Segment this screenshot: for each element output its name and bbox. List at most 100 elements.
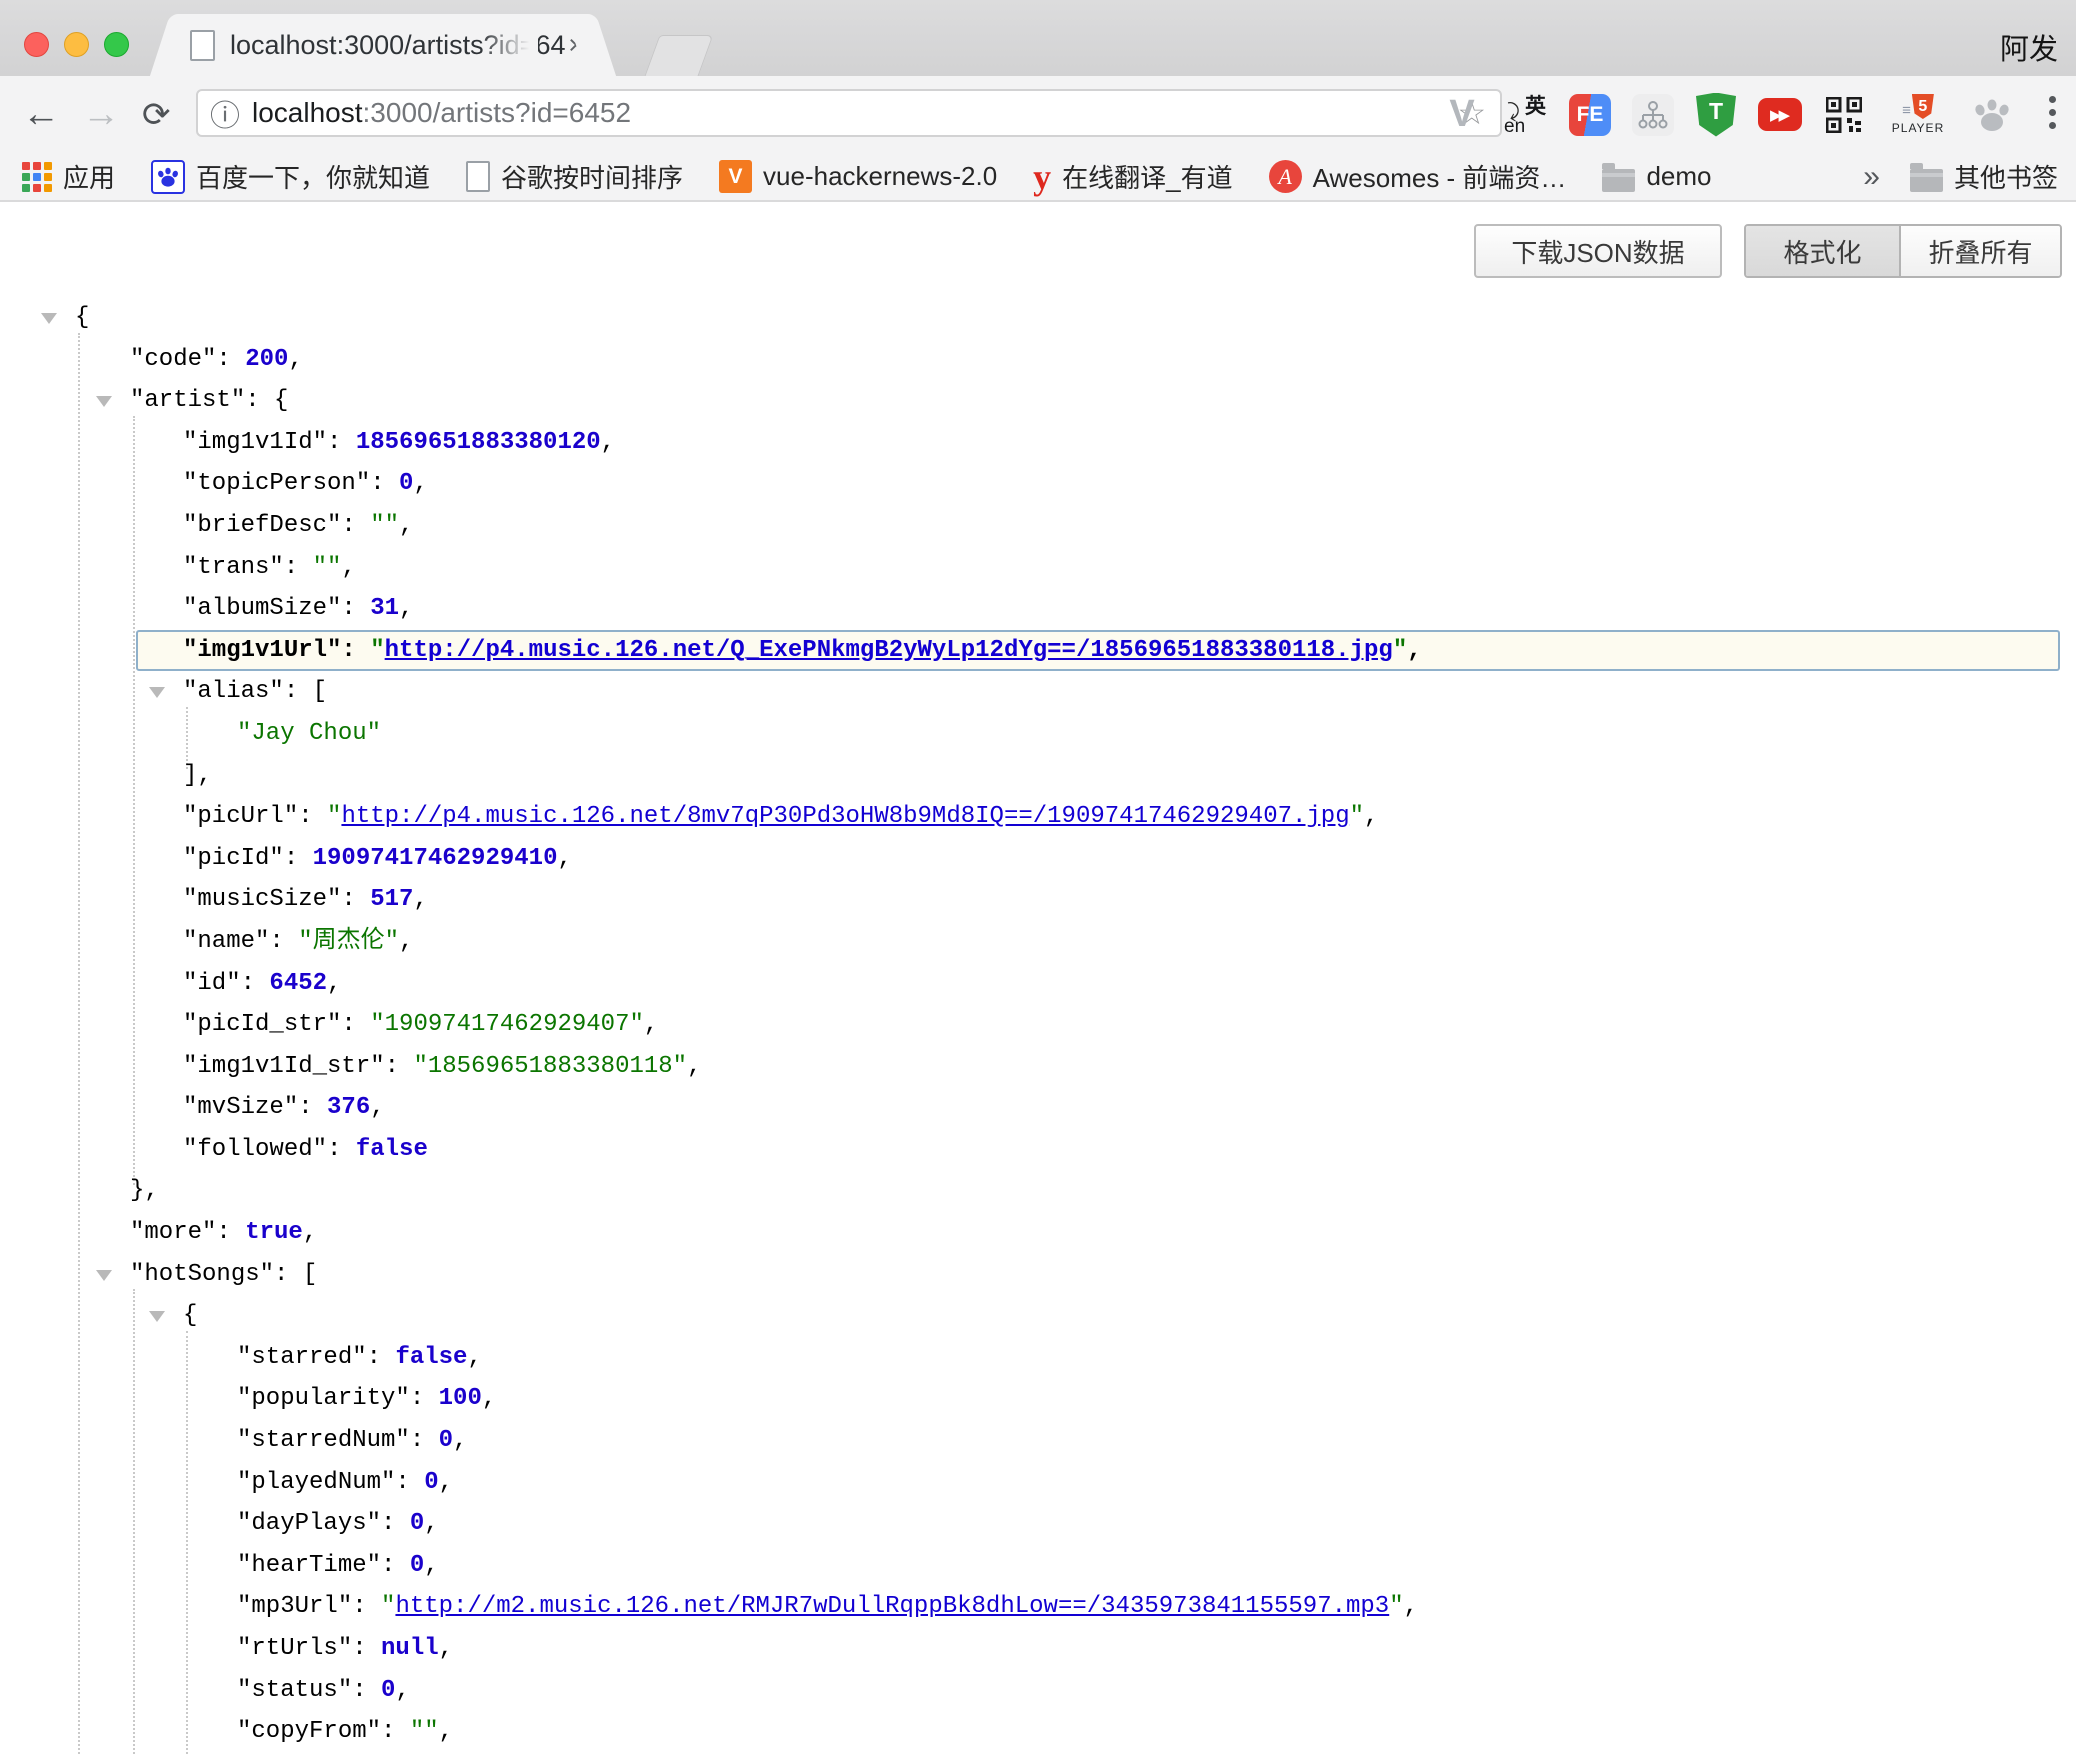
json-quote: " [1393,637,1407,664]
page-content: 下载JSON数据 格式化 折叠所有 {"code": 200,"artist":… [0,202,2076,1754]
json-value-num: 0 [410,1552,424,1579]
html5-player-icon[interactable]: ≡ 5 PLAYER [1886,88,1950,142]
json-line: "code": 200, [0,339,2076,381]
json-line: "topicPerson": 0, [0,463,2076,505]
json-comma: , [439,1469,453,1496]
extensions-row: V ⤸ 英 en FE T ▶▶ [1440,76,2014,153]
youdao-icon: y [1033,162,1051,192]
qr-code-icon[interactable] [1822,88,1866,142]
json-line: "mvSize": 376, [0,1087,2076,1129]
format-button[interactable]: 格式化 [1746,226,1901,276]
json-tree: {"code": 200,"artist": {"img1v1Id": 1856… [0,297,2076,1754]
json-comma: , [439,1635,453,1662]
json-key: "picId_str": [183,1011,370,1038]
json-comma: , [439,1718,453,1745]
json-line: "playedNum": 0, [0,1462,2076,1504]
json-value-string: "Jay Chou" [237,720,381,747]
json-key: "name": [183,928,298,955]
bookmark-apps[interactable]: 应用 [22,158,115,195]
org-chart-icon[interactable] [1632,94,1674,136]
json-line: "dayPlays": 0, [0,1503,2076,1545]
vue-v-icon: V [719,160,752,193]
json-value-num: 0 [381,1677,395,1704]
reload-button[interactable]: ⟳ [142,76,171,153]
forward-button[interactable]: → [82,76,120,153]
json-line: ], [0,755,2076,797]
bookmark-youdao[interactable]: y 在线翻译_有道 [1033,158,1232,195]
json-value-num: 517 [370,886,413,913]
page-info-icon[interactable]: ⓘ [210,91,240,135]
bookmarks-overflow-icon[interactable]: » [1863,160,1880,194]
bookmark-baidu[interactable]: 百度一下，你就知道 [151,158,430,195]
folder-icon [1910,169,1943,192]
bookmark-label: vue-hackernews-2.0 [763,161,997,192]
paw-glyph [1972,96,2012,134]
collapse-all-button[interactable]: 折叠所有 [1901,226,2060,276]
json-value-string: "" [410,1718,439,1745]
profile-name[interactable]: 阿发 [2000,26,2058,68]
json-comma: , [467,1344,481,1371]
window-zoom-button[interactable] [104,32,129,57]
json-value-bool: true [245,1219,303,1246]
json-line: "img1v1Id_str": "18569651883380118", [0,1046,2076,1088]
json-key: "hotSongs": [130,1261,303,1288]
json-key: "code": [130,346,245,373]
json-line: "rtUrls": null, [0,1628,2076,1670]
window-minimize-button[interactable] [64,32,89,57]
json-line: "hotSongs": [ [0,1254,2076,1296]
json-comma: , [482,1385,496,1412]
shield-icon[interactable]: T [1694,88,1738,142]
org-chart-glyph [1638,100,1668,130]
video-play-icon[interactable]: ▶▶ [1758,88,1802,142]
json-line: "picUrl": "http://p4.music.126.net/8mv7q… [0,796,2076,838]
json-key: "picId": [183,845,313,872]
tab-strip: localhost:3000/artists?id=645 × 阿发 [0,0,2076,76]
window-close-button[interactable] [24,32,49,57]
new-tab-button[interactable] [645,35,714,76]
json-comma: , [424,1552,438,1579]
tab-close-icon[interactable]: × [568,30,584,61]
json-line: "status": 0, [0,1670,2076,1712]
json-comma: , [144,1177,158,1204]
url-text[interactable]: localhost:3000/artists?id=6452 [252,97,631,129]
other-bookmarks-folder[interactable]: 其他书签 [1910,158,2058,195]
back-button[interactable]: ← [22,76,60,153]
json-line: "musicSize": 517, [0,879,2076,921]
browser-menu-icon[interactable] [2049,96,2056,129]
json-line-selected: "img1v1Url": "http://p4.music.126.net/Q_… [136,630,2060,672]
active-tab[interactable]: localhost:3000/artists?id=645 × [176,14,590,76]
collapse-toggle-icon[interactable] [149,1311,165,1322]
vue-devtools-icon[interactable]: V [1440,88,1484,142]
download-json-button[interactable]: 下载JSON数据 [1474,224,1722,278]
tab-title-fade [480,14,538,76]
bookmark-awesomes[interactable]: A Awesomes - 前端资… [1269,158,1567,195]
json-key: "alias": [183,678,313,705]
json-comma: , [341,554,355,581]
json-key: "starred": [237,1344,395,1371]
json-comma: , [197,762,211,789]
translate-icon[interactable]: ⤸ 英 en [1504,88,1548,142]
json-key: "topicPerson": [183,470,399,497]
json-link[interactable]: http://m2.music.126.net/RMJR7wDullRqppBk… [395,1593,1389,1620]
bookmark-label: Awesomes - 前端资… [1313,158,1567,195]
json-line: "more": true, [0,1212,2076,1254]
json-link[interactable]: http://p4.music.126.net/8mv7qP30Pd3oHW8b… [341,803,1349,830]
bookmark-label: 谷歌按时间排序 [501,158,683,195]
collapse-toggle-icon[interactable] [41,313,57,324]
bookmark-google-sort[interactable]: 谷歌按时间排序 [466,158,683,195]
json-line: { [0,1295,2076,1337]
bookmark-folder-demo[interactable]: demo [1602,161,1711,192]
page-icon [190,30,215,61]
bookmark-vue-hackernews[interactable]: V vue-hackernews-2.0 [719,160,997,193]
folder-icon [1602,169,1635,192]
collapse-toggle-icon[interactable] [149,687,165,698]
json-line: "mp3Url": "http://m2.music.126.net/RMJR7… [0,1586,2076,1628]
toolbar: ← → ⟳ ⓘ localhost:3000/artists?id=6452 ☆… [0,76,2076,153]
paw-icon[interactable] [1970,88,2014,142]
collapse-toggle-icon[interactable] [96,396,112,407]
fehelper-icon[interactable]: FE [1568,88,1612,142]
json-link[interactable]: http://p4.music.126.net/Q_ExePNkmgB2yWyL… [385,637,1393,664]
address-bar[interactable]: ⓘ localhost:3000/artists?id=6452 ☆ [196,89,1502,137]
json-line: "starredNum": 0, [0,1420,2076,1462]
collapse-toggle-icon[interactable] [96,1270,112,1281]
